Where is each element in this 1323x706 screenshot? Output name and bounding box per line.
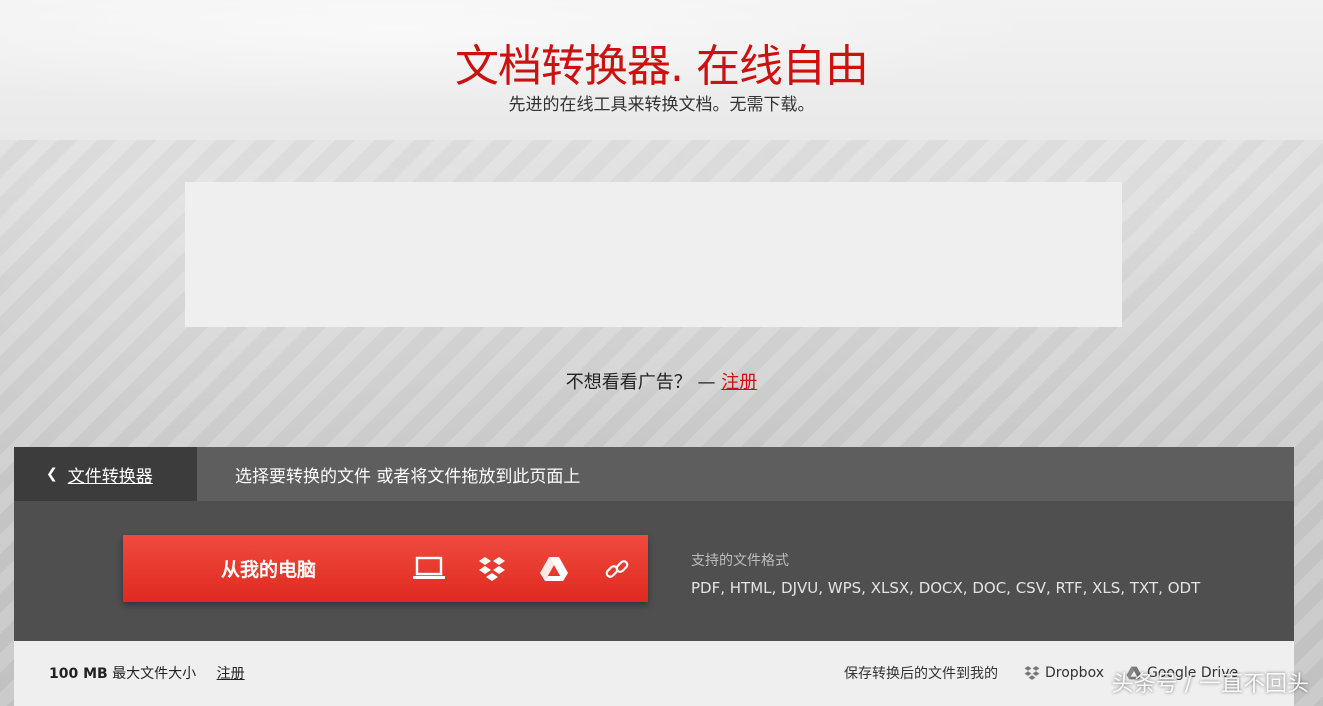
laptop-icon[interactable] xyxy=(411,553,447,585)
converter-footer: 100 MB 最大文件大小 注册 保存转换后的文件到我的 Dropbox Goo… xyxy=(14,641,1294,706)
formats-label: 支持的文件格式 xyxy=(691,553,789,569)
back-label: 文件转换器 xyxy=(67,466,153,487)
converter-panel: 从我的电脑 支持的文件格式 PDF, HTML, DJVU, WPS, XLSX… xyxy=(14,501,1294,641)
max-size-text: 最大文件大小 xyxy=(112,666,197,682)
dropbox-icon[interactable] xyxy=(474,553,510,585)
footer-signup-link[interactable]: 注册 xyxy=(217,666,245,682)
link-icon[interactable] xyxy=(599,553,635,585)
no-ads-prompt: 不想看看广告？ — 注册 xyxy=(0,368,1323,394)
page-subtitle: 先进的在线工具来转换文档。无需下载。 xyxy=(508,95,815,115)
max-file-size: 100 MB 最大文件大小 注册 xyxy=(49,663,245,683)
dropbox-icon xyxy=(1024,666,1040,680)
drop-hint: 选择要转换的文件 或者将文件拖放到此页面上 xyxy=(235,466,581,487)
google-drive-icon[interactable] xyxy=(536,553,572,585)
page-header: 文档转换器. 在线自由 先进的在线工具来转换文档。无需下载。 xyxy=(0,0,1323,148)
watermark: 头条号 / 一直不回头 xyxy=(1111,672,1309,697)
upload-button[interactable]: 从我的电脑 xyxy=(123,535,648,602)
save-to-text: 保存转换后的文件到我的 xyxy=(844,666,998,682)
upload-label: 从我的电脑 xyxy=(221,559,317,581)
no-ads-question: 不想看看广告？ — xyxy=(565,372,716,393)
chevron-left-icon: ❮ xyxy=(46,466,58,482)
save-dropbox-label: Dropbox xyxy=(1045,665,1104,681)
save-dropbox-option[interactable]: Dropbox xyxy=(1024,665,1104,681)
ad-placeholder xyxy=(185,182,1122,327)
signup-link[interactable]: 注册 xyxy=(721,372,757,393)
max-size-value: 100 MB xyxy=(49,666,108,682)
converter-header: ❮ 文件转换器 选择要转换的文件 或者将文件拖放到此页面上 xyxy=(14,447,1294,501)
back-to-converters-button[interactable]: ❮ 文件转换器 xyxy=(14,447,197,501)
formats-list: PDF, HTML, DJVU, WPS, XLSX, DOCX, DOC, C… xyxy=(691,579,1201,597)
page-title: 文档转换器. 在线自由 xyxy=(455,41,869,92)
